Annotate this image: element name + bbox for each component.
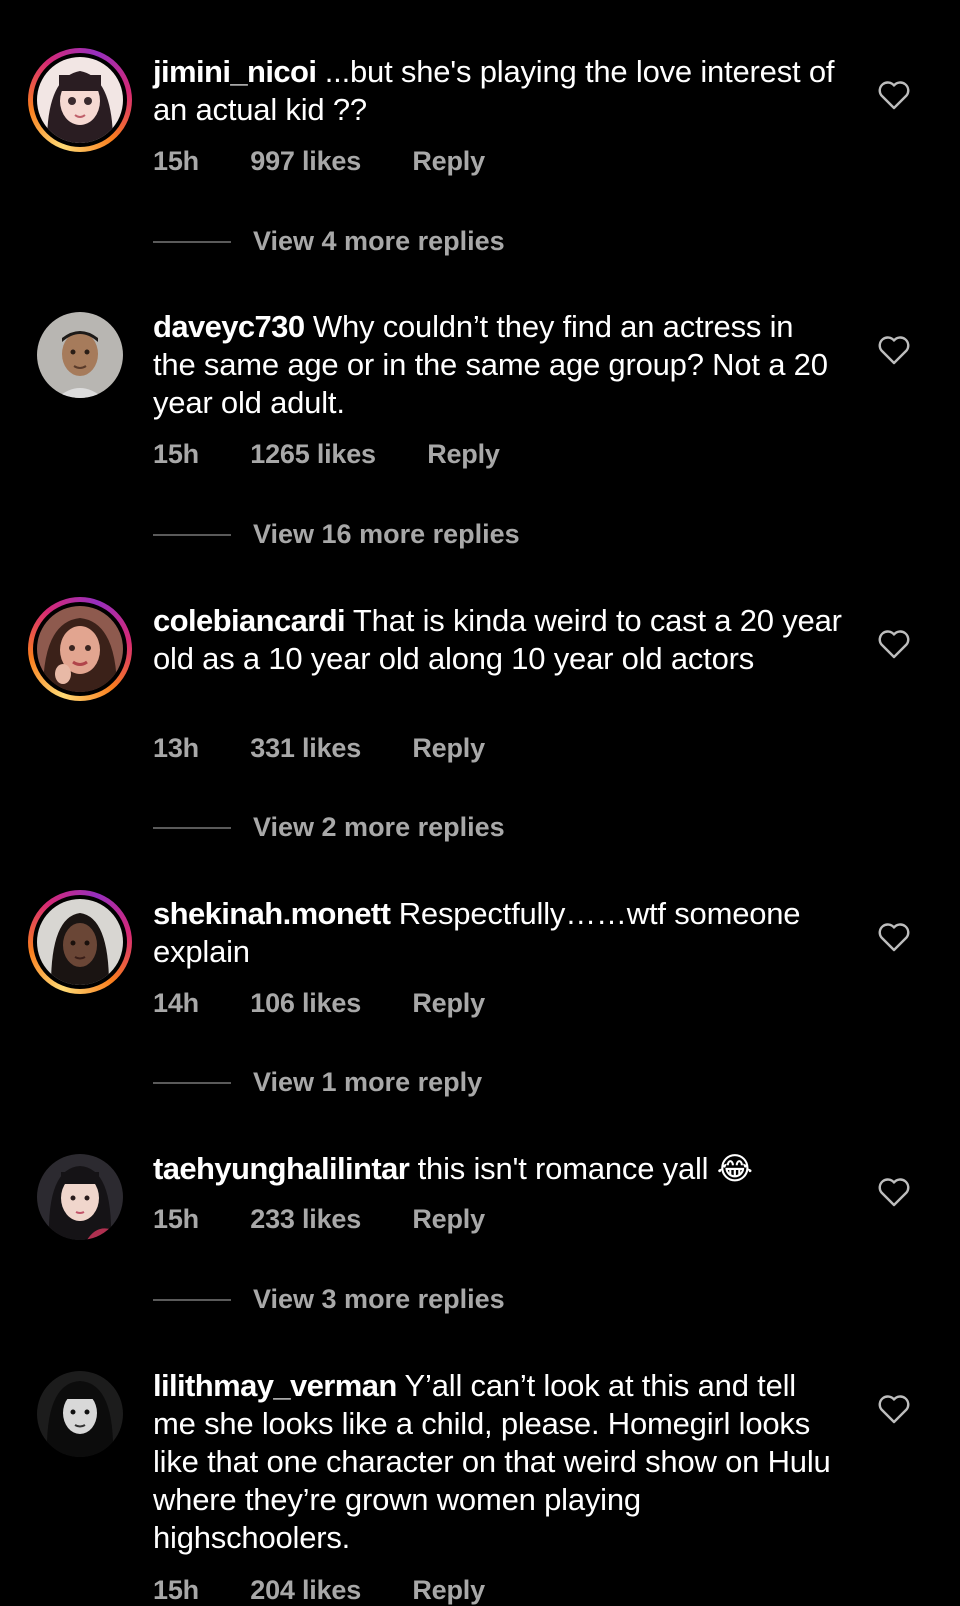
avatar[interactable]	[28, 303, 132, 407]
view-replies-button[interactable]: View 2 more replies	[153, 812, 505, 843]
avatar[interactable]	[28, 597, 132, 701]
comment-time: 13h	[153, 733, 199, 763]
divider-line	[153, 1298, 231, 1301]
comment-text: this isn't romance yall 😂	[417, 1151, 753, 1186]
divider-line	[153, 826, 231, 829]
reply-button[interactable]: Reply	[412, 988, 485, 1019]
view-replies-label: View 1 more reply	[253, 1067, 483, 1097]
comment-username[interactable]: lilithmay_verman	[153, 1368, 397, 1403]
divider-line	[153, 1081, 231, 1084]
comment-username[interactable]: jimini_nicoi	[153, 54, 317, 89]
avatar[interactable]	[28, 1145, 132, 1249]
comment-likes[interactable]: 1265 likes	[250, 439, 376, 470]
comment-time: 15h	[153, 439, 199, 469]
view-replies-button[interactable]: View 3 more replies	[153, 1284, 505, 1315]
comment-meta: 15h 233 likes Reply	[153, 1204, 529, 1235]
comment-time: 15h	[153, 146, 199, 176]
heart-outline-icon[interactable]	[877, 1177, 911, 1207]
heart-outline-icon[interactable]	[877, 335, 911, 365]
avatar[interactable]	[28, 890, 132, 994]
reply-button[interactable]: Reply	[427, 439, 500, 470]
reply-button[interactable]: Reply	[412, 146, 485, 177]
comment-username[interactable]: shekinah.monett	[153, 896, 391, 931]
heart-outline-icon[interactable]	[877, 1394, 911, 1424]
view-replies-label: View 2 more replies	[253, 812, 505, 842]
view-replies-button[interactable]: View 4 more replies	[153, 226, 505, 257]
comment-username[interactable]: daveyc730	[153, 309, 305, 344]
comment-likes[interactable]: 106 likes	[250, 988, 361, 1019]
comment-body: taehyunghalilintar this isn't romance ya…	[153, 1150, 843, 1188]
comment-time: 14h	[153, 988, 199, 1018]
heart-outline-icon[interactable]	[877, 629, 911, 659]
comment-likes[interactable]: 233 likes	[250, 1204, 361, 1235]
comment-meta: 14h 106 likes Reply	[153, 988, 529, 1019]
heart-outline-icon[interactable]	[877, 80, 911, 110]
view-replies-label: View 16 more replies	[253, 519, 520, 549]
reply-button[interactable]: Reply	[412, 1575, 485, 1606]
comment-body: lilithmay_verman Y’all can’t look at thi…	[153, 1367, 843, 1557]
comment-meta: 15h 997 likes Reply	[153, 146, 529, 177]
comment-likes[interactable]: 331 likes	[250, 733, 361, 764]
comment-meta: 15h 1265 likes Reply	[153, 439, 544, 470]
comment-likes[interactable]: 204 likes	[250, 1575, 361, 1606]
comment-time: 15h	[153, 1204, 199, 1234]
comment-meta: 15h 204 likes Reply	[153, 1575, 529, 1606]
avatar[interactable]	[28, 1362, 132, 1466]
heart-outline-icon[interactable]	[877, 922, 911, 952]
comment-body: shekinah.monett Respectfully……wtf someon…	[153, 895, 843, 971]
comment-likes[interactable]: 997 likes	[250, 146, 361, 177]
comment-body: daveyc730 Why couldn’t they find an actr…	[153, 308, 843, 422]
comment-body: jimini_nicoi ...but she's playing the lo…	[153, 53, 843, 129]
avatar[interactable]	[28, 48, 132, 152]
reply-button[interactable]: Reply	[412, 733, 485, 764]
divider-line	[153, 240, 231, 243]
view-replies-label: View 3 more replies	[253, 1284, 505, 1314]
view-replies-label: View 4 more replies	[253, 226, 505, 256]
comment-time: 15h	[153, 1575, 199, 1605]
view-replies-button[interactable]: View 16 more replies	[153, 519, 520, 550]
divider-line	[153, 533, 231, 536]
comment-body: colebiancardi That is kinda weird to cas…	[153, 602, 843, 678]
comment-username[interactable]: colebiancardi	[153, 603, 346, 638]
comment-meta: 13h 331 likes Reply	[153, 733, 529, 764]
reply-button[interactable]: Reply	[412, 1204, 485, 1235]
view-replies-button[interactable]: View 1 more reply	[153, 1067, 482, 1098]
comment-username[interactable]: taehyunghalilintar	[153, 1151, 410, 1186]
